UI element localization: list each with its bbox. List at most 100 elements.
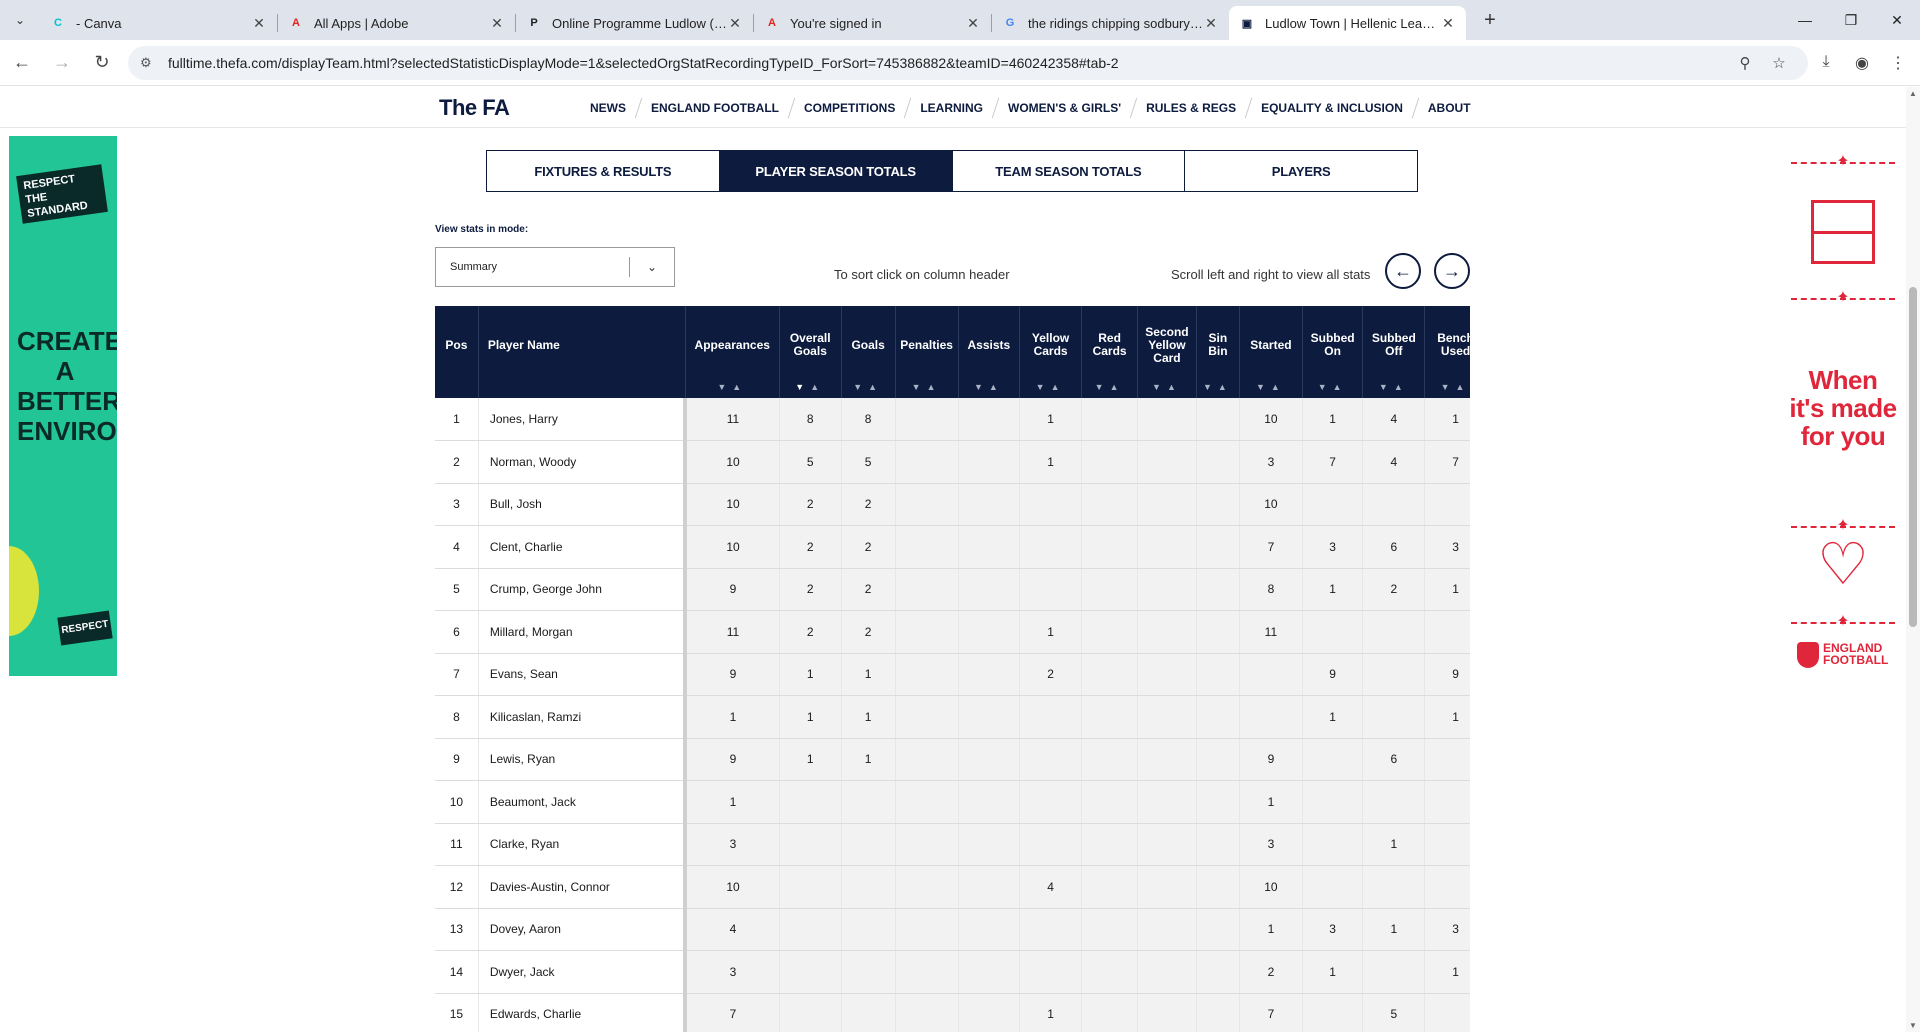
url-text[interactable]: fulltime.thefa.com/displayTeam.html?sele… [168, 55, 1728, 71]
new-tab-button[interactable]: + [1474, 9, 1506, 32]
zoom-icon[interactable]: ⚲ [1728, 54, 1762, 72]
menu-kebab-icon[interactable]: ⋮ [1880, 53, 1916, 73]
tab-close-icon[interactable]: ✕ [965, 15, 981, 32]
nav-item-learning[interactable]: LEARNING [908, 101, 995, 115]
restore-icon[interactable]: ❐ [1828, 0, 1874, 40]
table-row[interactable]: 15 Edwards, Charlie 7 1 7 5 [435, 993, 1470, 1032]
table-row[interactable]: 14 Dwyer, Jack 3 2 1 1 [435, 950, 1470, 994]
nav-item-equality-inclusion[interactable]: EQUALITY & INCLUSION [1249, 101, 1415, 115]
tab-close-icon[interactable]: ✕ [489, 15, 505, 32]
table-row[interactable]: 5 Crump, George John 9 2 2 8 1 2 1 [435, 568, 1470, 611]
stats-table-container[interactable]: Pos Player Name Appearances ▼▲ Overall Goals… [435, 306, 1470, 1032]
table-row[interactable]: 6 Millard, Morgan 11 2 2 1 11 [435, 610, 1470, 654]
scroll-up-icon[interactable]: ▲ [1906, 89, 1920, 98]
column-header-yellow-cards[interactable]: Yellow Cards ▼▲ [1019, 306, 1082, 398]
fa-logo[interactable]: The FA [439, 95, 510, 121]
cell-bench-used: 1 [1424, 950, 1470, 994]
column-header-goals[interactable]: Goals ▼▲ [840, 306, 896, 398]
sort-arrows-icon[interactable]: ▼▲ [896, 381, 958, 394]
column-header-overall-goals[interactable]: Overall Goals ▼▲ [778, 306, 842, 398]
cell-overall-goals: 2 [778, 610, 842, 654]
column-header-bench-used[interactable]: Bench Used ▼▲ [1424, 306, 1470, 398]
cell-goals [840, 865, 896, 909]
ad-left-banner[interactable]: RESPECT THE STANDARD CREATE A BETTER ENV… [9, 136, 117, 676]
column-header-red-cards[interactable]: Red Cards ▼▲ [1080, 306, 1138, 398]
table-row[interactable]: 2 Norman, Woody 10 5 5 1 3 7 4 7 [435, 440, 1470, 484]
scrollbar-thumb[interactable] [1909, 287, 1917, 627]
column-header-second-yellow-card[interactable]: Second Yellow Card ▼▲ [1137, 306, 1197, 398]
tab-close-icon[interactable]: ✕ [727, 15, 743, 32]
nav-item-about[interactable]: ABOUT [1416, 101, 1483, 115]
table-row[interactable]: 9Lewis, Ryan911961 [435, 738, 1470, 781]
close-window-icon[interactable]: ✕ [1874, 0, 1920, 40]
download-icon[interactable]: ⤓ [1808, 53, 1844, 73]
sort-arrows-icon[interactable]: ▼▲ [1363, 381, 1424, 394]
forward-icon[interactable]: → [44, 45, 80, 81]
profile-icon[interactable]: ◉ [1844, 53, 1880, 73]
tab-search-icon[interactable]: ⌄ [0, 0, 40, 40]
column-header-subbed-on[interactable]: Subbed On ▼▲ [1301, 306, 1363, 398]
sort-arrows-icon[interactable]: ▼▲ [1425, 381, 1470, 394]
table-row[interactable]: 3 Bull, Josh 10 2 2 10 [435, 483, 1470, 526]
tab-close-icon[interactable]: ✕ [1440, 15, 1456, 32]
sort-arrows-icon[interactable]: ▼▲ [686, 381, 779, 394]
tab-close-icon[interactable]: ✕ [1203, 15, 1219, 32]
bookmark-star-icon[interactable]: ☆ [1762, 54, 1796, 72]
nav-item-england-football[interactable]: ENGLAND FOOTBALL [639, 101, 791, 115]
column-header-penalties[interactable]: Penalties ▼▲ [894, 306, 958, 398]
page-scrollbar[interactable]: ▲ ▼ [1906, 87, 1920, 1032]
cell-assists [957, 695, 1020, 739]
sort-arrows-icon[interactable]: ▼▲ [1082, 381, 1137, 394]
browser-tab[interactable]: A All Apps | Adobe ✕ [278, 6, 515, 40]
table-row[interactable]: 7Evans, Sean9112991 [435, 653, 1470, 696]
ad-right-headline: When it's made for you [1789, 365, 1897, 451]
tab-fixtures-results[interactable]: FIXTURES & RESULTS [487, 151, 720, 191]
browser-tab[interactable]: ▣ Ludlow Town | Hellenic League ✕ [1229, 6, 1466, 40]
nav-item-women-s-girls[interactable]: WOMEN'S & GIRLS' [996, 101, 1133, 115]
table-row[interactable]: 4Clent, Charlie102273631 [435, 525, 1470, 569]
scroll-right-button[interactable]: → [1434, 253, 1470, 289]
table-row[interactable]: 8 Kilicaslan, Ramzi 1 1 1 1 1 [435, 695, 1470, 739]
browser-tab[interactable]: C - Canva ✕ [40, 6, 277, 40]
nav-item-competitions[interactable]: COMPETITIONS [792, 101, 907, 115]
sort-arrows-icon[interactable]: ▼▲ [1020, 381, 1081, 394]
browser-tab[interactable]: P Online Programme Ludlow (Lge ✕ [516, 6, 753, 40]
tab-close-icon[interactable]: ✕ [251, 15, 267, 32]
table-row[interactable]: 13 Dovey, Aaron 4 1 3 1 3 [435, 908, 1470, 951]
url-field[interactable]: ⚙ fulltime.thefa.com/displayTeam.html?se… [128, 45, 1808, 80]
site-info-icon[interactable]: ⚙ [140, 55, 160, 71]
column-header-assists[interactable]: Assists ▼▲ [957, 306, 1020, 398]
tab-player-season-totals[interactable]: PLAYER SEASON TOTALS [719, 151, 953, 191]
nav-item-rules-regs[interactable]: RULES & REGS [1134, 101, 1248, 115]
tab-players[interactable]: PLAYERS [1185, 151, 1417, 191]
reload-icon[interactable]: ↻ [84, 45, 120, 81]
cell-started: 10 [1239, 483, 1303, 526]
back-icon[interactable]: ← [4, 45, 40, 81]
cell-assists [957, 865, 1020, 909]
sort-arrows-icon[interactable]: ▼▲ [1240, 381, 1302, 394]
browser-tab[interactable]: A You're signed in ✕ [754, 6, 991, 40]
cell-player-name: Edwards, Charlie [477, 993, 688, 1032]
browser-tab[interactable]: Gthe ridings chipping sodbury to ✕ [992, 6, 1229, 40]
column-header-started[interactable]: Started ▼▲ [1239, 306, 1303, 398]
nav-item-news[interactable]: NEWS [578, 101, 638, 115]
column-header-appearances[interactable]: Appearances ▼▲ [684, 306, 780, 398]
column-header-subbed-off[interactable]: Subbed Off ▼▲ [1362, 306, 1425, 398]
minimize-icon[interactable]: — [1782, 0, 1828, 40]
sort-arrows-icon[interactable]: ▼▲ [1138, 381, 1195, 394]
tab-team-season-totals[interactable]: TEAM SEASON TOTALS [953, 151, 1186, 191]
column-header-sin-bin[interactable]: Sin Bin ▼▲ [1195, 306, 1240, 398]
scroll-down-icon[interactable]: ▼ [1906, 1021, 1920, 1030]
sort-arrows-icon[interactable]: ▼▲ [1197, 381, 1239, 394]
table-row[interactable]: 12 Davies-Austin, Connor 10 4 10 [435, 865, 1470, 909]
mode-select[interactable]: Summary ⌄ [435, 247, 675, 287]
sort-arrows-icon[interactable]: ▼▲ [780, 381, 841, 394]
sort-arrows-icon[interactable]: ▼▲ [959, 381, 1020, 394]
table-row[interactable]: 10 Beaumont, Jack 1 1 [435, 780, 1470, 824]
sort-arrows-icon[interactable]: ▼▲ [1303, 381, 1363, 394]
scroll-left-button[interactable]: ← [1385, 253, 1421, 289]
sort-arrows-icon[interactable]: ▼▲ [842, 381, 895, 394]
table-row[interactable]: 11 Clarke, Ryan 3 3 1 [435, 823, 1470, 866]
ad-right-banner[interactable]: ✦ ✦ When it's made for you ✦ ♡ ✦ ENGLAND… [1783, 136, 1903, 676]
table-row[interactable]: 1 Jones, Harry 11 8 8 1 10 1 4 1 [435, 398, 1470, 441]
